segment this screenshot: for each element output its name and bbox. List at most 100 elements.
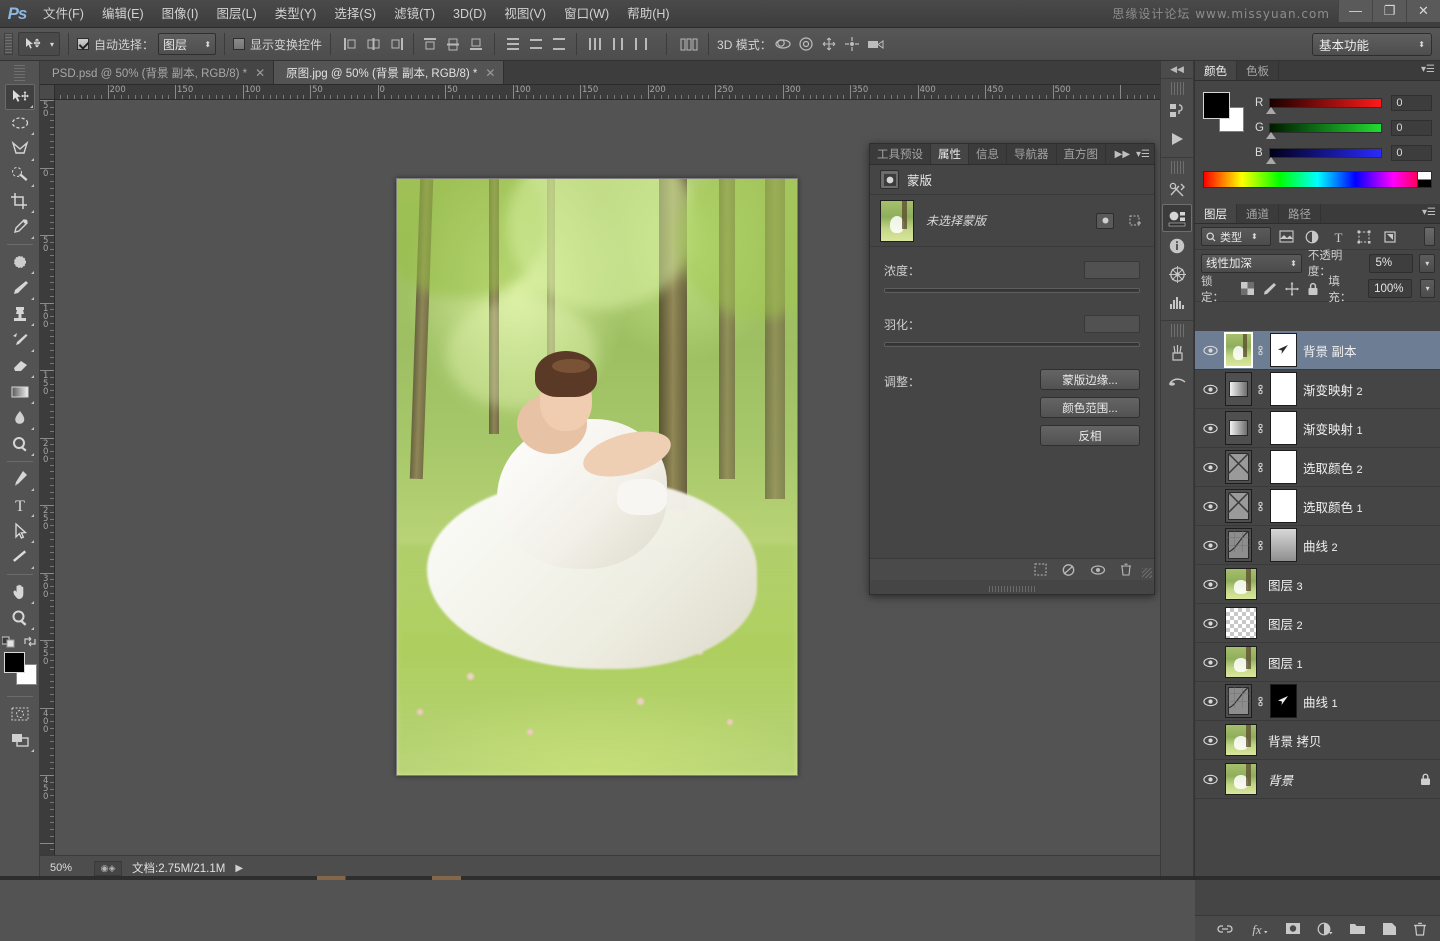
lock-image-icon[interactable] (1263, 281, 1277, 296)
layer-visibility-toggle[interactable] (1195, 501, 1225, 512)
status-menu-arrow-icon[interactable]: ▶ (235, 863, 243, 874)
feather-value-input[interactable] (1084, 315, 1140, 333)
ruler-corner[interactable] (40, 85, 55, 100)
align-horizontal-centers-icon[interactable] (363, 34, 384, 55)
menu-view[interactable]: 视图(V) (495, 0, 555, 28)
slider-thumb-icon[interactable] (1265, 131, 1276, 139)
align-right-edges-icon[interactable] (386, 34, 407, 55)
color-panel-foreground-swatch[interactable] (1203, 92, 1230, 119)
mask-link-icon[interactable] (1255, 343, 1270, 358)
panel-resize-handle[interactable] (1142, 568, 1152, 578)
distribute-bottom-edges-icon[interactable] (548, 34, 569, 55)
color-range-button[interactable]: 颜色范围... (1040, 397, 1140, 418)
pen-tool[interactable] (5, 466, 35, 492)
menu-type[interactable]: 类型(Y) (266, 0, 326, 28)
invert-button[interactable]: 反相 (1040, 425, 1140, 446)
adjustment-filter-icon[interactable] (1301, 227, 1323, 247)
layer-visibility-toggle[interactable] (1195, 618, 1225, 629)
layer-thumbnail[interactable] (1225, 411, 1252, 445)
layer-visibility-toggle[interactable] (1195, 423, 1225, 434)
tool-preset-chevron-icon[interactable]: ▾ (50, 40, 54, 48)
fill-value-input[interactable]: 100% (1368, 279, 1413, 298)
three-d-pan-icon[interactable] (819, 34, 840, 55)
layer-visibility-toggle[interactable] (1195, 657, 1225, 668)
document-tab-jpg[interactable]: 原图.jpg @ 50% (背景 副本, RGB/8) * ✕ (274, 61, 505, 84)
restore-icon[interactable]: ❐ (1372, 0, 1406, 22)
histogram-icon[interactable] (1162, 288, 1192, 316)
layer-visibility-toggle[interactable] (1195, 384, 1225, 395)
add-mask-icon[interactable] (1285, 922, 1301, 935)
layer-mask-thumbnail[interactable] (1270, 489, 1297, 523)
screen-mode-toggle[interactable] (5, 727, 35, 753)
path-selection-tool[interactable] (5, 518, 35, 544)
tab-info[interactable]: 信息 (969, 144, 1007, 164)
channel-slider-b[interactable] (1265, 147, 1383, 164)
channel-value-g[interactable]: 0 (1391, 119, 1433, 136)
lock-transparency-icon[interactable] (1241, 281, 1255, 296)
smartobject-filter-icon[interactable] (1379, 227, 1401, 247)
three-d-camera-icon[interactable] (865, 34, 886, 55)
layer-name[interactable]: 选取颜色 2 (1303, 458, 1440, 477)
type-filter-icon[interactable]: T (1327, 227, 1349, 247)
spot-healing-brush-tool[interactable] (5, 249, 35, 275)
layer-name[interactable]: 曲线 1 (1303, 692, 1440, 711)
layer-mask-thumbnail[interactable] (1270, 333, 1297, 367)
clone-stamp-tool[interactable] (5, 301, 35, 327)
layer-row[interactable]: 图层 2 (1195, 604, 1440, 643)
distribute-horizontal-centers-icon[interactable] (607, 34, 628, 55)
document-tab-psd[interactable]: PSD.psd @ 50% (背景 副本, RGB/8) * ✕ (40, 61, 275, 84)
tab-navigator[interactable]: 导航器 (1007, 144, 1057, 164)
toggle-mask-icon[interactable] (1090, 564, 1106, 576)
mask-thumbnail[interactable] (880, 199, 914, 242)
menu-file[interactable]: 文件(F) (34, 0, 93, 28)
gradient-tool[interactable] (5, 379, 35, 405)
auto-select-checkbox[interactable] (77, 38, 90, 50)
fill-dropdown-icon[interactable]: ▾ (1420, 279, 1436, 298)
tab-properties[interactable]: 属性 (931, 144, 969, 164)
layer-visibility-toggle[interactable] (1195, 735, 1225, 746)
layer-name[interactable]: 背景 (1268, 770, 1420, 789)
tab-tool-presets[interactable]: 工具预设 (870, 144, 931, 164)
crop-tool[interactable] (5, 188, 35, 214)
new-adjustment-icon[interactable] (1317, 922, 1333, 936)
layer-visibility-toggle[interactable] (1195, 579, 1225, 590)
layer-row[interactable]: 曲线 1 (1195, 682, 1440, 721)
align-left-edges-icon[interactable] (340, 34, 361, 55)
distribute-right-edges-icon[interactable] (630, 34, 651, 55)
layer-thumbnail[interactable] (1225, 372, 1252, 406)
layer-filter-type-dropdown[interactable]: 类型 ⬍ (1201, 227, 1271, 246)
color-swatches[interactable] (3, 652, 37, 685)
active-tool-move[interactable]: ▾ (18, 32, 61, 56)
layer-thumbnail[interactable] (1225, 489, 1252, 523)
zoom-tool[interactable] (5, 605, 35, 631)
clone-source-icon[interactable] (1162, 367, 1192, 395)
layer-mask-thumbnail[interactable] (1270, 372, 1297, 406)
actions-play-icon[interactable] (1162, 125, 1192, 153)
channel-slider-g[interactable] (1265, 122, 1383, 139)
close-icon[interactable]: ✕ (1406, 0, 1440, 22)
menu-window[interactable]: 窗口(W) (555, 0, 618, 28)
brush-tool[interactable] (5, 275, 35, 301)
feather-slider[interactable] (884, 342, 1140, 347)
distribute-left-edges-icon[interactable] (584, 34, 605, 55)
move-tool[interactable] (4, 84, 35, 110)
tab-histogram[interactable]: 直方图 (1057, 144, 1106, 164)
layer-row[interactable]: 选取颜色 2 (1195, 448, 1440, 487)
mask-link-icon[interactable] (1255, 694, 1270, 709)
pixel-mask-button[interactable] (1096, 212, 1114, 229)
layer-row[interactable]: 背景 拷贝 (1195, 721, 1440, 760)
layer-thumbnail[interactable] (1224, 332, 1253, 368)
layer-name[interactable]: 图层 3 (1268, 575, 1440, 594)
mask-link-icon[interactable] (1255, 538, 1270, 553)
menu-image[interactable]: 图像(I) (153, 0, 208, 28)
dock-group-grip[interactable] (1170, 82, 1184, 95)
history-icon[interactable] (1162, 97, 1192, 125)
layer-name[interactable]: 选取颜色 1 (1303, 497, 1440, 516)
three-d-orbit-icon[interactable] (773, 34, 794, 55)
menu-3d[interactable]: 3D(D) (444, 0, 495, 28)
delete-layer-icon[interactable] (1413, 922, 1427, 936)
align-bottom-edges-icon[interactable] (466, 34, 487, 55)
align-top-edges-icon[interactable] (420, 34, 441, 55)
layer-mask-thumbnail[interactable] (1270, 450, 1297, 484)
layer-name[interactable]: 背景 副本 (1303, 341, 1440, 360)
